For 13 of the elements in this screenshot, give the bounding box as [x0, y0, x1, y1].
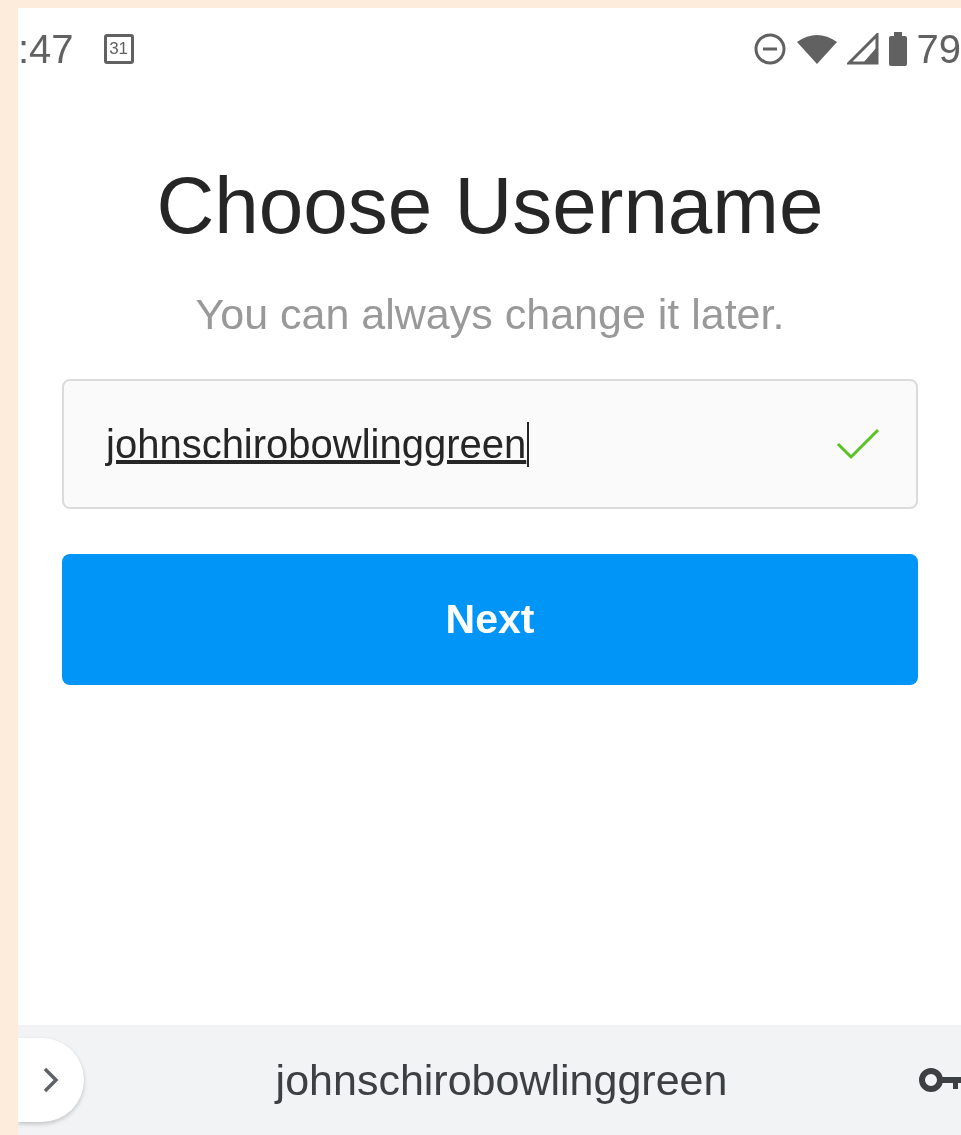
- wifi-icon: [796, 34, 837, 64]
- username-field[interactable]: johnschirobowlinggreen: [62, 379, 918, 509]
- battery-icon: [888, 32, 907, 66]
- signal-icon: [846, 33, 879, 65]
- autofill-suggestion[interactable]: johnschirobowlinggreen: [275, 1055, 728, 1105]
- chevron-right-icon: [43, 1067, 59, 1093]
- do-not-disturb-icon: [752, 32, 787, 66]
- calendar-icon: 31: [103, 34, 134, 64]
- subtitle: You can always change it later.: [195, 290, 785, 339]
- key-icon[interactable]: [919, 1068, 961, 1092]
- page-title: Choose Username: [156, 160, 824, 252]
- battery-percent: 79: [916, 26, 961, 72]
- status-time: :47: [18, 26, 74, 72]
